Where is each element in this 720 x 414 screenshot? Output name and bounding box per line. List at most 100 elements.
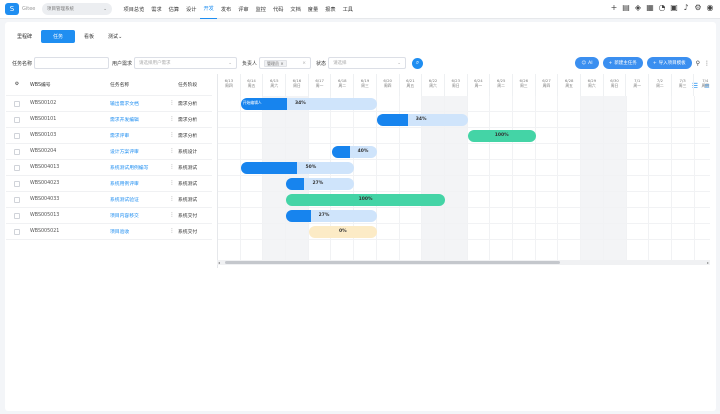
more-icon[interactable]: ⋮ — [168, 133, 176, 138]
col-wbs[interactable]: WBS编号 — [28, 81, 110, 88]
owner-select[interactable]: 管理员 × × — [259, 57, 312, 69]
more-icon[interactable]: ⋮ — [168, 101, 176, 106]
row-checkbox[interactable] — [6, 196, 28, 203]
more-icon[interactable]: ⋮ — [168, 165, 176, 170]
tab-item[interactable]: 看板 — [79, 30, 99, 43]
checkbox[interactable] — [14, 228, 20, 235]
pie-chart-icon[interactable]: ◔ — [658, 3, 666, 12]
gantt-bar[interactable]: 开始编辑人 34% — [240, 98, 377, 110]
row-checkbox[interactable] — [6, 180, 28, 187]
table-row[interactable]: WBS00101 需求开发编辑 ⋮ 需求分析 — [6, 112, 212, 128]
more-icon[interactable]: ⋮ — [168, 149, 176, 154]
task-name-input[interactable] — [34, 57, 110, 69]
task-name-link[interactable]: 设计方案评审 — [110, 148, 168, 155]
table-row[interactable]: WBS00204 设计方案评审 ⋮ 系统设计 — [6, 144, 212, 160]
search-button[interactable]: ⌕ — [412, 57, 424, 69]
nav-item[interactable]: 评审 — [235, 0, 252, 19]
nav-item[interactable]: 监控 — [252, 0, 269, 19]
nav-item[interactable]: 发布 — [217, 0, 234, 19]
task-name-link[interactable]: 项目内容移交 — [110, 212, 168, 219]
nav-item[interactable]: 文档 — [287, 0, 304, 19]
table-row[interactable]: WBS00103 需求评审 ⋮ 需求分析 — [6, 128, 212, 144]
app-logo[interactable]: S — [5, 3, 19, 15]
bell-icon[interactable]: ♪ — [682, 3, 690, 12]
gantt-bar[interactable]: 40% — [331, 146, 377, 158]
col-stage[interactable]: 任务阶段 — [176, 81, 212, 88]
checkbox[interactable] — [14, 212, 20, 219]
close-icon[interactable]: × — [302, 61, 306, 66]
row-checkbox[interactable] — [6, 164, 28, 171]
more-icon[interactable]: ⋮ — [168, 181, 176, 186]
col-task-name[interactable]: 任务名称 — [110, 81, 168, 88]
checkbox[interactable] — [14, 196, 20, 203]
more-icon[interactable]: ⋮ — [704, 60, 710, 67]
checkbox[interactable] — [14, 116, 20, 123]
more-icon[interactable]: ⋮ — [168, 229, 176, 234]
gantt-bar[interactable]: 100% — [286, 194, 445, 206]
checkbox[interactable] — [14, 100, 20, 107]
table-row[interactable]: WBS004033 系统测试验证 ⋮ 系统测试 — [6, 192, 212, 208]
gantt-bar[interactable]: 34% — [376, 114, 468, 126]
import-template-button[interactable]: + 导入项目模板 — [646, 57, 692, 69]
gantt-bar[interactable]: 100% — [467, 130, 536, 142]
nav-item[interactable]: 项目总览 — [120, 0, 148, 19]
task-name-link[interactable]: 需求开发编辑 — [110, 116, 168, 123]
briefcase-icon[interactable]: ▣ — [670, 3, 678, 12]
table-row[interactable]: WBS005021 项目验收 ⋮ 系统交付 — [6, 224, 212, 240]
nav-item[interactable]: 设计 — [183, 0, 200, 19]
row-checkbox[interactable] — [6, 212, 28, 219]
status-select[interactable]: 请选择 ⌄ — [328, 57, 407, 69]
new-task-button[interactable]: + 新建主任务 — [602, 57, 643, 69]
task-name-link[interactable]: 系统测试用例编写 — [110, 164, 168, 171]
checkbox[interactable] — [14, 132, 20, 139]
row-checkbox[interactable] — [6, 132, 28, 139]
layers-icon[interactable]: ◈ — [634, 3, 642, 12]
nav-item[interactable]: 需求 — [148, 0, 165, 19]
more-icon[interactable]: ⋮ — [168, 197, 176, 202]
task-name-link[interactable]: 系统用例评审 — [110, 180, 168, 187]
task-name-link[interactable]: 输出需求文档 — [110, 100, 168, 107]
row-checkbox[interactable] — [6, 148, 28, 155]
nav-item[interactable]: 代码 — [270, 0, 287, 19]
checkbox[interactable] — [14, 164, 20, 171]
checkbox[interactable] — [14, 180, 20, 187]
user-avatar-icon[interactable]: ◉ — [706, 3, 714, 12]
checkbox[interactable] — [14, 148, 20, 155]
scroll-thumb[interactable] — [225, 261, 560, 264]
task-name-link[interactable]: 需求评审 — [110, 132, 168, 139]
task-name-link[interactable]: 系统测试验证 — [110, 196, 168, 203]
gantt-bar[interactable]: 27% — [286, 210, 377, 222]
nav-item[interactable]: 工具 — [339, 0, 356, 19]
gear-icon[interactable]: ⚙ — [694, 3, 702, 12]
document-icon[interactable]: ▤ — [622, 3, 630, 12]
nav-item[interactable]: 报表 — [322, 0, 339, 19]
gantt-bar[interactable]: 0% — [308, 226, 377, 238]
nav-item[interactable]: 开发 — [199, 0, 218, 19]
table-row[interactable]: WBS004023 系统用例评审 ⋮ 系统测试 — [6, 176, 212, 192]
gantt-bar[interactable]: 50% — [240, 162, 355, 174]
scroll-right-icon[interactable]: ▸ — [707, 260, 709, 265]
settings-icon[interactable]: ⚙ — [6, 82, 28, 87]
gantt-bar[interactable]: 27% — [286, 178, 355, 190]
nav-item[interactable]: 度量 — [304, 0, 321, 19]
filter-settings-icon[interactable]: ⚲ — [696, 60, 700, 67]
row-checkbox[interactable] — [6, 100, 28, 107]
tab-item[interactable]: 任务 — [41, 30, 76, 43]
tab-item[interactable]: 测试 ⌄ — [103, 30, 127, 43]
row-checkbox[interactable] — [6, 228, 28, 235]
table-row[interactable]: WBS004013 系统测试用例编写 ⋮ 系统测试 — [6, 160, 212, 176]
more-icon[interactable]: ⋮ — [168, 213, 176, 218]
row-checkbox[interactable] — [6, 116, 28, 123]
task-name-link[interactable]: 项目验收 — [110, 228, 168, 235]
gantt-scrollbar[interactable]: ◂ ▸ — [217, 260, 710, 265]
user-req-select[interactable]: 请选择用户需求 ⌄ — [134, 57, 238, 69]
table-row[interactable]: WBS00102 输出需求文档 ⋮ 需求分析 — [6, 96, 212, 112]
project-selector[interactable]: 项目管理系统 ⌄ — [42, 3, 112, 15]
grid-icon[interactable]: ▦ — [646, 3, 654, 12]
nav-item[interactable]: 估算 — [165, 0, 182, 19]
scroll-left-icon[interactable]: ◂ — [218, 260, 220, 265]
tab-item[interactable]: 里程碑 — [12, 30, 37, 43]
ai-button[interactable]: ☺ AI — [575, 57, 599, 69]
plus-icon[interactable]: + — [610, 3, 618, 12]
more-icon[interactable]: ⋮ — [168, 117, 176, 122]
